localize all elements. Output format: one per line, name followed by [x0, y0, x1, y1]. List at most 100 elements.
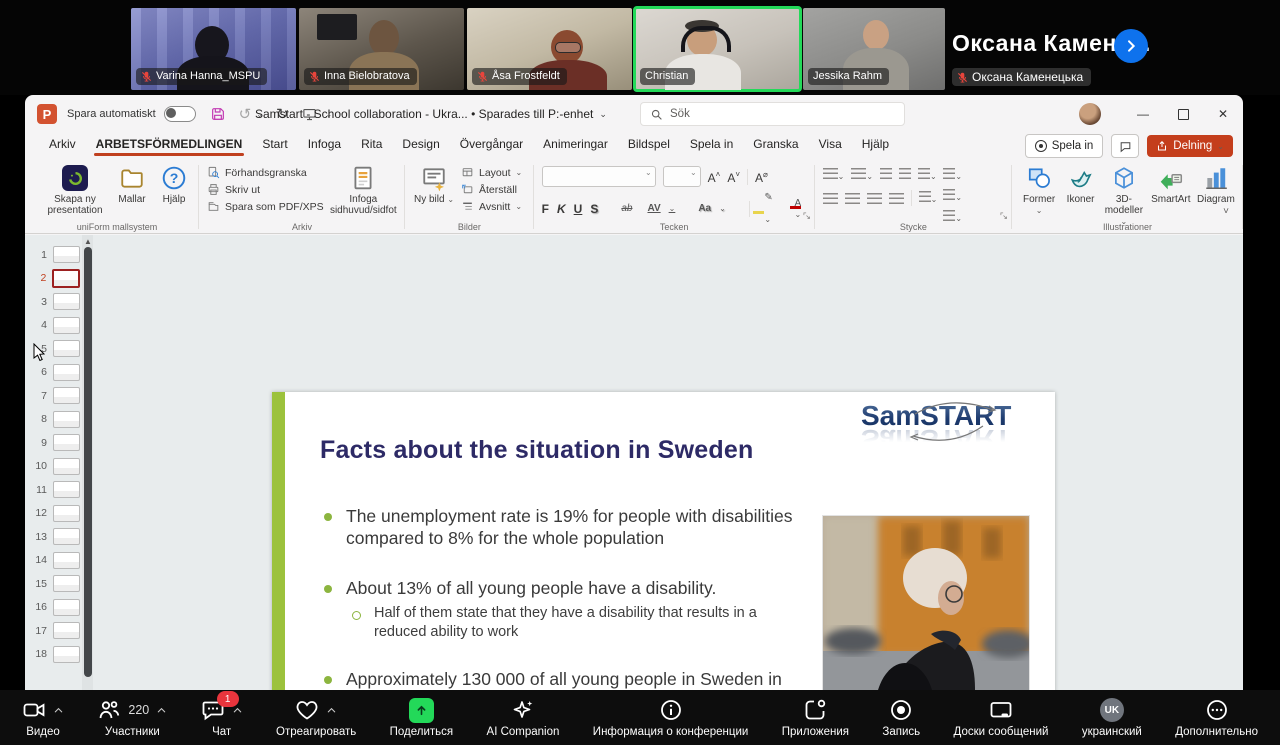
font-style-button[interactable]: S: [590, 202, 598, 216]
slide-thumbnail[interactable]: [53, 246, 80, 263]
slide-thumbnail[interactable]: [53, 340, 80, 357]
toolbar-chat-button[interactable]: 1 Чат: [201, 697, 243, 738]
sharing-button[interactable]: Delning ⌄: [1147, 135, 1233, 157]
print-preview-button[interactable]: Förhandsgranska: [207, 166, 324, 179]
create-presentation-button[interactable]: Skapa ny presentation: [43, 163, 107, 216]
slide-thumbnail-item[interactable]: 11: [25, 478, 80, 502]
slide-thumbnail-item[interactable]: 9: [25, 431, 80, 455]
slide-thumbnail[interactable]: [53, 622, 80, 639]
slide-thumbnail[interactable]: [53, 317, 80, 334]
templates-button[interactable]: Mallar: [113, 163, 151, 205]
slide-thumbnail-item[interactable]: 14: [25, 549, 80, 573]
new-slide-button[interactable]: Ny bild ⌄: [413, 163, 455, 205]
ribbon-tab[interactable]: ARBETSFÖRMEDLINGEN: [86, 133, 253, 157]
slide-thumbnail[interactable]: [53, 434, 80, 451]
font-style-button[interactable]: F: [542, 202, 549, 216]
dialog-launcher-icon[interactable]: [802, 211, 811, 220]
toolbar-video-button[interactable]: Видео: [22, 697, 64, 738]
font-style-button[interactable]: U: [574, 202, 583, 216]
print-button[interactable]: Skriv ut: [207, 183, 324, 196]
toolbar-interpretation-button[interactable]: UK украинский: [1082, 697, 1142, 738]
slide-thumbnail-item[interactable]: 7: [25, 384, 80, 408]
ribbon-tab[interactable]: Spela in: [680, 133, 743, 157]
minimize-button[interactable]: —: [1123, 95, 1163, 133]
save-pdf-button[interactable]: Spara som PDF/XPS: [207, 200, 324, 213]
highlight-button[interactable]: ✎⌄: [764, 192, 779, 225]
ribbon-tab[interactable]: Visa: [809, 133, 852, 157]
strikethrough-button[interactable]: ab: [621, 203, 632, 214]
toolbar-more-button[interactable]: Дополнительно: [1175, 697, 1258, 738]
text-direction-button[interactable]: ⌄: [943, 166, 962, 184]
shrink-font-button[interactable]: A˅: [727, 168, 740, 185]
slide-thumbnail[interactable]: [53, 458, 80, 475]
align-center-button[interactable]: [845, 193, 860, 204]
shapes-button[interactable]: Former ⌄: [1020, 163, 1058, 216]
slide-thumbnail-item[interactable]: 13: [25, 525, 80, 549]
slide-thumbnail-item[interactable]: 15: [25, 572, 80, 596]
columns-button[interactable]: ⌄: [919, 189, 938, 207]
increase-indent-button[interactable]: [899, 166, 911, 184]
slide-thumbnail[interactable]: [53, 599, 80, 616]
slide-thumbnail-item[interactable]: 3: [25, 290, 80, 314]
smartart-button[interactable]: SmartArt: [1151, 163, 1191, 205]
font-size-combo[interactable]: [663, 166, 701, 187]
slide-thumbnail-item[interactable]: 1: [25, 243, 80, 267]
video-tile-asa[interactable]: Åsa Frostfeldt: [467, 8, 632, 90]
change-case-button[interactable]: Aa⌄: [698, 203, 734, 214]
video-tile-jessika[interactable]: Jessika Rahm: [803, 8, 945, 90]
slide-thumbnail-item[interactable]: 8: [25, 408, 80, 432]
toolbar-whiteboards-button[interactable]: Доски сообщений: [954, 697, 1049, 738]
slide-thumbnail-item[interactable]: 4: [25, 314, 80, 338]
slide-thumbnail-item[interactable]: 12: [25, 502, 80, 526]
chart-button[interactable]: Diagram: [1197, 163, 1235, 205]
video-tile-varina[interactable]: Varina Hanna_MSPU: [131, 8, 296, 90]
ribbon-tab[interactable]: Granska: [743, 133, 808, 157]
toolbar-share-screen-button[interactable]: Поделиться: [390, 697, 454, 738]
restore-button[interactable]: [1163, 95, 1203, 133]
toolbar-react-button[interactable]: Отреагировать: [276, 697, 356, 738]
chevron-down-icon[interactable]: ⌄: [599, 109, 607, 120]
powerpoint-app-icon[interactable]: P: [37, 104, 57, 124]
3d-models-button[interactable]: 3D- modeller ⌄: [1103, 163, 1145, 227]
close-button[interactable]: ✕: [1203, 95, 1243, 133]
font-name-combo[interactable]: [542, 166, 656, 187]
chevron-up-icon[interactable]: [326, 705, 337, 716]
slide-thumbnail-item[interactable]: 17: [25, 619, 80, 643]
toolbar-meeting-info-button[interactable]: Информация о конференции: [593, 697, 749, 738]
panel-scrollbar[interactable]: ▲: [82, 235, 93, 690]
numbering-button[interactable]: ⌄: [851, 166, 873, 184]
toolbar-apps-button[interactable]: Приложения: [782, 697, 849, 738]
bullets-button[interactable]: ⌄: [823, 166, 845, 184]
help-button[interactable]: Hjälp: [157, 163, 191, 205]
ribbon-tab[interactable]: Övergångar: [450, 133, 533, 157]
search-box[interactable]: Sök: [640, 102, 905, 126]
chevron-up-icon[interactable]: [53, 705, 64, 716]
user-avatar[interactable]: [1079, 103, 1101, 125]
slide-canvas[interactable]: SamSTART SamSTART Facts about the situat…: [272, 392, 1055, 690]
slide-thumbnail[interactable]: [53, 528, 80, 545]
slide-thumbnail-item[interactable]: 2: [25, 267, 80, 291]
slide-thumbnail[interactable]: [53, 575, 80, 592]
align-right-button[interactable]: [867, 193, 882, 204]
record-button[interactable]: Spela in: [1025, 134, 1104, 158]
slide-thumbnail-item[interactable]: 6: [25, 361, 80, 385]
scrollbar-thumb[interactable]: [84, 247, 92, 677]
video-tile-christian-active-speaker[interactable]: Christian: [635, 8, 800, 90]
slide-thumbnail-item[interactable]: 18: [25, 643, 80, 667]
slide-thumbnail-panel[interactable]: 1 2 3 4 5: [25, 243, 80, 666]
ribbon-tab[interactable]: Infoga: [298, 133, 351, 157]
undo-icon[interactable]: ↺: [239, 106, 252, 122]
ribbon-tab[interactable]: Design: [392, 133, 449, 157]
slide-thumbnail[interactable]: [53, 293, 80, 310]
layout-button[interactable]: Layout⌄: [461, 166, 522, 179]
reset-button[interactable]: Återställ: [461, 183, 522, 196]
video-tile-inna[interactable]: Inna Bielobratova: [299, 8, 464, 90]
slide-thumbnail[interactable]: [53, 364, 80, 381]
align-left-button[interactable]: [823, 193, 838, 204]
toolbar-record-button[interactable]: Запись: [882, 697, 920, 738]
chevron-up-icon[interactable]: [156, 705, 167, 716]
ribbon-tab[interactable]: Bildspel: [618, 133, 680, 157]
decrease-indent-button[interactable]: [880, 166, 892, 184]
dialog-launcher-icon[interactable]: [999, 211, 1008, 220]
next-participants-page-button[interactable]: [1114, 29, 1148, 63]
